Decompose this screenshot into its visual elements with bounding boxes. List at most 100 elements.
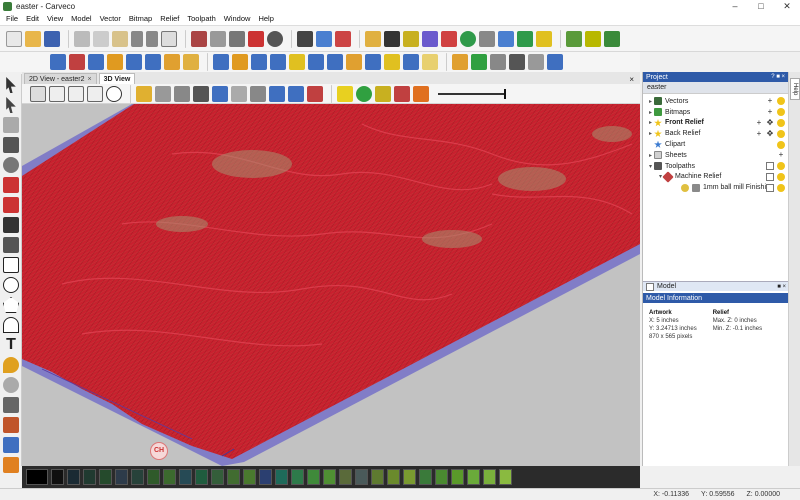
color-swatch[interactable]: [83, 469, 96, 485]
view-tool-5-icon[interactable]: [212, 85, 228, 102]
add-icon[interactable]: +: [755, 118, 763, 127]
rectangle-icon[interactable]: [3, 257, 19, 273]
view-iso-icon[interactable]: [30, 85, 46, 102]
relief-tool-11-icon[interactable]: [251, 54, 267, 70]
project-root[interactable]: easter: [643, 82, 788, 94]
circle-icon[interactable]: [3, 277, 19, 293]
relief-tool-1-icon[interactable]: [50, 54, 66, 70]
wand-icon[interactable]: [422, 30, 438, 47]
curve-icon[interactable]: [604, 30, 620, 47]
pencil-icon[interactable]: [3, 177, 19, 193]
polygon-icon[interactable]: [3, 297, 19, 313]
color-swatch[interactable]: [99, 469, 112, 485]
eraser-relief-icon[interactable]: [3, 437, 19, 453]
add-icon[interactable]: +: [766, 108, 774, 116]
color-swatch[interactable]: [51, 469, 64, 485]
zoom-icon[interactable]: [106, 85, 122, 102]
rotate-tool-icon[interactable]: [3, 157, 19, 173]
menu-vector[interactable]: Vector: [100, 14, 121, 23]
lighting-slider[interactable]: [438, 88, 506, 99]
menu-toolpath[interactable]: Toolpath: [187, 14, 215, 23]
bitmap-grid-icon[interactable]: [210, 30, 226, 47]
points-icon[interactable]: [585, 30, 601, 47]
view-left-icon[interactable]: [68, 85, 84, 102]
tree-item-front-relief[interactable]: ▸ Front Relief + ✥: [643, 118, 788, 129]
slider-handle[interactable]: [504, 88, 506, 99]
bevel-icon[interactable]: [403, 30, 419, 47]
bezier-icon[interactable]: [3, 237, 19, 253]
relief-tool-19-icon[interactable]: [403, 54, 419, 70]
add-icon[interactable]: +: [777, 151, 785, 159]
fill-drop-icon[interactable]: [3, 357, 19, 373]
color-swatch[interactable]: [339, 469, 352, 485]
view-tool-4-icon[interactable]: [193, 85, 209, 102]
color-swatch[interactable]: [67, 469, 80, 485]
relief-tool-20-icon[interactable]: [422, 54, 438, 70]
tree-item-back-relief[interactable]: ▸ Back Relief + ✥: [643, 128, 788, 139]
merge-icon[interactable]: [517, 30, 533, 47]
visibility-bulb-icon[interactable]: [777, 140, 785, 149]
visibility-bulb-icon[interactable]: [777, 118, 785, 127]
expand-icon[interactable]: ▸: [647, 109, 654, 116]
tree-item-vectors[interactable]: ▸ Vectors +: [643, 96, 788, 107]
settings-dial-icon[interactable]: [267, 30, 283, 47]
color-swatch[interactable]: [211, 469, 224, 485]
add-icon[interactable]: +: [766, 97, 774, 105]
color-swatch[interactable]: [163, 469, 176, 485]
menu-file[interactable]: File: [6, 14, 18, 23]
tree-item-toolpaths[interactable]: ▾ Toolpaths: [643, 161, 788, 172]
view-tool-14-icon[interactable]: [394, 85, 410, 102]
menu-window[interactable]: Window: [224, 14, 251, 23]
grid-tool-icon[interactable]: [3, 137, 19, 153]
color-swatch[interactable]: [483, 469, 496, 485]
menu-help[interactable]: Help: [258, 14, 273, 23]
color-swatch[interactable]: [499, 469, 512, 485]
offset-icon[interactable]: [536, 30, 552, 47]
checkbox-icon[interactable]: [766, 172, 774, 181]
color-swatch[interactable]: [227, 469, 240, 485]
view-tool-7-icon[interactable]: [250, 85, 266, 102]
color-swatch[interactable]: [243, 469, 256, 485]
relief-tool-26-icon[interactable]: [547, 54, 563, 70]
close-icon[interactable]: ✕: [774, 1, 800, 12]
relief-tool-21-icon[interactable]: [452, 54, 468, 70]
view-tool-9-icon[interactable]: [288, 85, 304, 102]
help-tab[interactable]: Help: [790, 78, 800, 100]
view-tool-8-icon[interactable]: [269, 85, 285, 102]
paste-icon[interactable]: [112, 30, 128, 47]
arc-icon[interactable]: [3, 317, 19, 333]
view-tool-11-icon[interactable]: [337, 85, 353, 102]
view-tool-1-icon[interactable]: [136, 85, 152, 102]
move-icon[interactable]: ✥: [766, 118, 774, 127]
color-swatch[interactable]: [467, 469, 480, 485]
document-icon[interactable]: [161, 30, 177, 47]
color-swatch[interactable]: [403, 469, 416, 485]
menu-bitmap[interactable]: Bitmap: [129, 14, 152, 23]
color-swatch[interactable]: [195, 469, 208, 485]
model-size-icon[interactable]: [191, 30, 207, 47]
cut-icon[interactable]: [74, 30, 90, 47]
expand-icon[interactable]: ▸: [647, 152, 654, 159]
relief-tool-23-icon[interactable]: [490, 54, 506, 70]
polyline-icon[interactable]: [3, 217, 19, 233]
tab-3d-view[interactable]: 3D View: [98, 73, 136, 84]
brush-icon[interactable]: [3, 377, 19, 393]
visibility-bulb-icon[interactable]: [777, 183, 785, 192]
view-tool-12-icon[interactable]: [356, 85, 372, 102]
undo-icon[interactable]: [131, 30, 143, 47]
relief-tool-10-icon[interactable]: [232, 54, 248, 70]
color-swatch[interactable]: [435, 469, 448, 485]
tree-item-finishing[interactable]: 1mm ball mill Finishing: [643, 182, 788, 193]
color-swatch[interactable]: [147, 469, 160, 485]
menu-edit[interactable]: Edit: [26, 14, 39, 23]
relief-tool-16-icon[interactable]: [346, 54, 362, 70]
view-front-icon[interactable]: [49, 85, 65, 102]
expand-icon[interactable]: ▸: [647, 119, 654, 126]
color-swatch[interactable]: [419, 469, 432, 485]
select-arrow-icon[interactable]: [6, 77, 16, 93]
relief-tool-15-icon[interactable]: [327, 54, 343, 70]
tree-item-sheets[interactable]: ▸ Sheets +: [643, 150, 788, 161]
flag-icon[interactable]: [248, 30, 264, 47]
maximize-icon[interactable]: □: [748, 1, 774, 12]
color-swatch[interactable]: [371, 469, 384, 485]
